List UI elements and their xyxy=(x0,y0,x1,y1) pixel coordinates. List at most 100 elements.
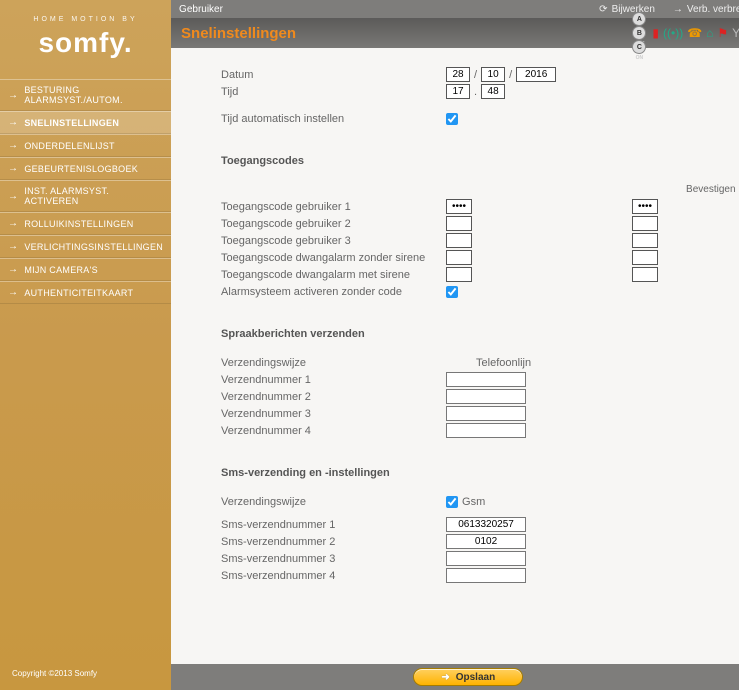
access-code-input-2[interactable] xyxy=(446,233,472,248)
sidebar-item-label: SNELINSTELLINGEN xyxy=(24,118,119,128)
access-code-input-0[interactable] xyxy=(446,199,472,214)
sidebar-item-label: INST. ALARMSYST. ACTIVEREN xyxy=(24,186,163,206)
time-label: Tijd xyxy=(221,86,446,98)
access-codes-heading: Toegangscodes xyxy=(221,155,739,167)
access-code-confirm-0[interactable] xyxy=(632,199,658,214)
voice-number-input-2[interactable] xyxy=(446,406,526,421)
access-code-label: Toegangscode dwangalarm zonder sirene xyxy=(221,252,446,264)
house-icon: ⌂ xyxy=(706,26,713,40)
brand-tagline: HOME MOTION BY xyxy=(0,16,171,23)
sms-number-label: Sms-verzendnummer 2 xyxy=(221,536,446,548)
sms-number-input-1[interactable] xyxy=(446,534,526,549)
arrow-right-icon: → xyxy=(8,264,18,275)
sidebar-item-label: ROLLUIKINSTELLINGEN xyxy=(24,219,133,229)
sms-number-input-0[interactable] xyxy=(446,517,526,532)
sms-number-label: Sms-verzendnummer 1 xyxy=(221,519,446,531)
voice-number-label: Verzendnummer 1 xyxy=(221,374,446,386)
sidebar-item-label: ONDERDELENLIJST xyxy=(24,141,115,151)
arrow-right-icon: → xyxy=(8,191,18,202)
nav: → BESTURING ALARMSYST./AUTOM. → SNELINSTELL… xyxy=(0,79,171,304)
sms-heading: Sms-verzending en -instellingen xyxy=(221,467,739,479)
arrow-right-icon: → xyxy=(8,287,18,298)
auto-time-label: Tijd automatisch instellen xyxy=(221,113,446,125)
date-label: Datum xyxy=(221,69,446,81)
sidebar-item-0[interactable]: → BESTURING ALARMSYST./AUTOM. xyxy=(0,79,171,111)
refresh-icon: ⟳ xyxy=(599,4,607,15)
date-year-input[interactable] xyxy=(516,67,556,82)
access-code-confirm-4[interactable] xyxy=(632,267,658,282)
sidebar-item-4[interactable]: → INST. ALARMSYST. ACTIVEREN xyxy=(0,180,171,212)
access-code-confirm-1[interactable] xyxy=(632,216,658,231)
copyright: Copyright ©2013 Somfy xyxy=(0,657,171,690)
sidebar-item-label: MIJN CAMERA'S xyxy=(24,265,98,275)
access-code-confirm-2[interactable] xyxy=(632,233,658,248)
button-bar: ➜ Opslaan xyxy=(171,664,739,690)
arrow-right-icon: → xyxy=(8,90,18,101)
header: Snelinstellingen AONBOFFCON ▮ ((•)) ☎ ⌂ … xyxy=(171,18,739,48)
sidebar: HOME MOTION BY somfy. → BESTURING ALARMSY… xyxy=(0,0,171,690)
arrow-right-icon: → xyxy=(8,163,18,174)
signal-icon: ((•)) xyxy=(663,26,683,40)
access-code-input-1[interactable] xyxy=(446,216,472,231)
brand-logo: somfy. xyxy=(0,27,171,59)
voice-method-value: Telefoonlijn xyxy=(476,357,531,369)
brand: HOME MOTION BY somfy. xyxy=(0,0,171,79)
voice-number-input-0[interactable] xyxy=(446,372,526,387)
zone-a-pill: AON xyxy=(632,12,646,26)
content: Datum / / Tijd . Tijd automatisch instel… xyxy=(171,48,739,664)
voice-method-label: Verzendingswijze xyxy=(221,357,446,369)
confirm-heading: Bevestigen xyxy=(686,184,739,195)
sidebar-item-8[interactable]: → AUTHENTICITEITKAART xyxy=(0,281,171,304)
save-button[interactable]: ➜ Opslaan xyxy=(413,668,523,686)
page-title: Snelinstellingen xyxy=(181,25,296,42)
arrow-right-icon: → xyxy=(8,117,18,128)
voice-number-input-3[interactable] xyxy=(446,423,526,438)
access-code-label: Toegangscode gebruiker 3 xyxy=(221,235,446,247)
sidebar-item-label: GEBEURTENISLOGBOEK xyxy=(24,164,138,174)
voice-heading: Spraakberichten verzenden xyxy=(221,328,739,340)
date-month-input[interactable] xyxy=(481,67,505,82)
zone-b-pill: BOFF xyxy=(632,26,646,40)
sidebar-item-label: AUTHENTICITEITKAART xyxy=(24,288,133,298)
sidebar-item-5[interactable]: → ROLLUIKINSTELLINGEN xyxy=(0,212,171,235)
main: Gebruiker ⟳ Bijwerken → Verb. verbreken … xyxy=(171,0,739,690)
voice-number-input-1[interactable] xyxy=(446,389,526,404)
battery-icon: ▮ xyxy=(652,26,659,40)
time-minute-input[interactable] xyxy=(481,84,505,99)
access-code-label: Toegangscode dwangalarm met sirene xyxy=(221,269,446,281)
flag-icon: ⚑ xyxy=(717,26,728,40)
access-code-confirm-3[interactable] xyxy=(632,250,658,265)
sidebar-item-label: BESTURING ALARMSYST./AUTOM. xyxy=(24,85,163,105)
save-label: Opslaan xyxy=(456,672,495,683)
arrow-right-icon: ➜ xyxy=(441,672,449,683)
auto-time-checkbox[interactable] xyxy=(446,113,458,125)
sms-method-label: Verzendingswijze xyxy=(221,496,446,508)
no-code-label: Alarmsysteem activeren zonder code xyxy=(221,286,446,298)
voice-number-label: Verzendnummer 3 xyxy=(221,408,446,420)
topbar-user: Gebruiker xyxy=(179,4,223,15)
access-code-input-3[interactable] xyxy=(446,250,472,265)
sms-number-label: Sms-verzendnummer 3 xyxy=(221,553,446,565)
arrow-right-icon: → xyxy=(8,218,18,229)
sidebar-item-1[interactable]: → SNELINSTELLINGEN xyxy=(0,111,171,134)
date-day-input[interactable] xyxy=(446,67,470,82)
sms-number-input-3[interactable] xyxy=(446,568,526,583)
sms-method-value: Gsm xyxy=(462,496,485,508)
access-code-label: Toegangscode gebruiker 2 xyxy=(221,218,446,230)
voice-number-label: Verzendnummer 2 xyxy=(221,391,446,403)
sidebar-item-label: VERLICHTINGSINSTELLINGEN xyxy=(24,242,163,252)
sms-number-input-2[interactable] xyxy=(446,551,526,566)
sms-number-label: Sms-verzendnummer 4 xyxy=(221,570,446,582)
access-code-input-4[interactable] xyxy=(446,267,472,282)
arrow-right-icon: → xyxy=(8,241,18,252)
sidebar-item-3[interactable]: → GEBEURTENISLOGBOEK xyxy=(0,157,171,180)
sms-gsm-checkbox[interactable] xyxy=(446,496,458,508)
sidebar-item-6[interactable]: → VERLICHTINGSINSTELLINGEN xyxy=(0,235,171,258)
time-hour-input[interactable] xyxy=(446,84,470,99)
no-code-checkbox[interactable] xyxy=(446,286,458,298)
voice-number-label: Verzendnummer 4 xyxy=(221,425,446,437)
arrow-right-icon: → xyxy=(8,140,18,151)
sidebar-item-7[interactable]: → MIJN CAMERA'S xyxy=(0,258,171,281)
antenna-icon: Y xyxy=(732,26,739,40)
sidebar-item-2[interactable]: → ONDERDELENLIJST xyxy=(0,134,171,157)
